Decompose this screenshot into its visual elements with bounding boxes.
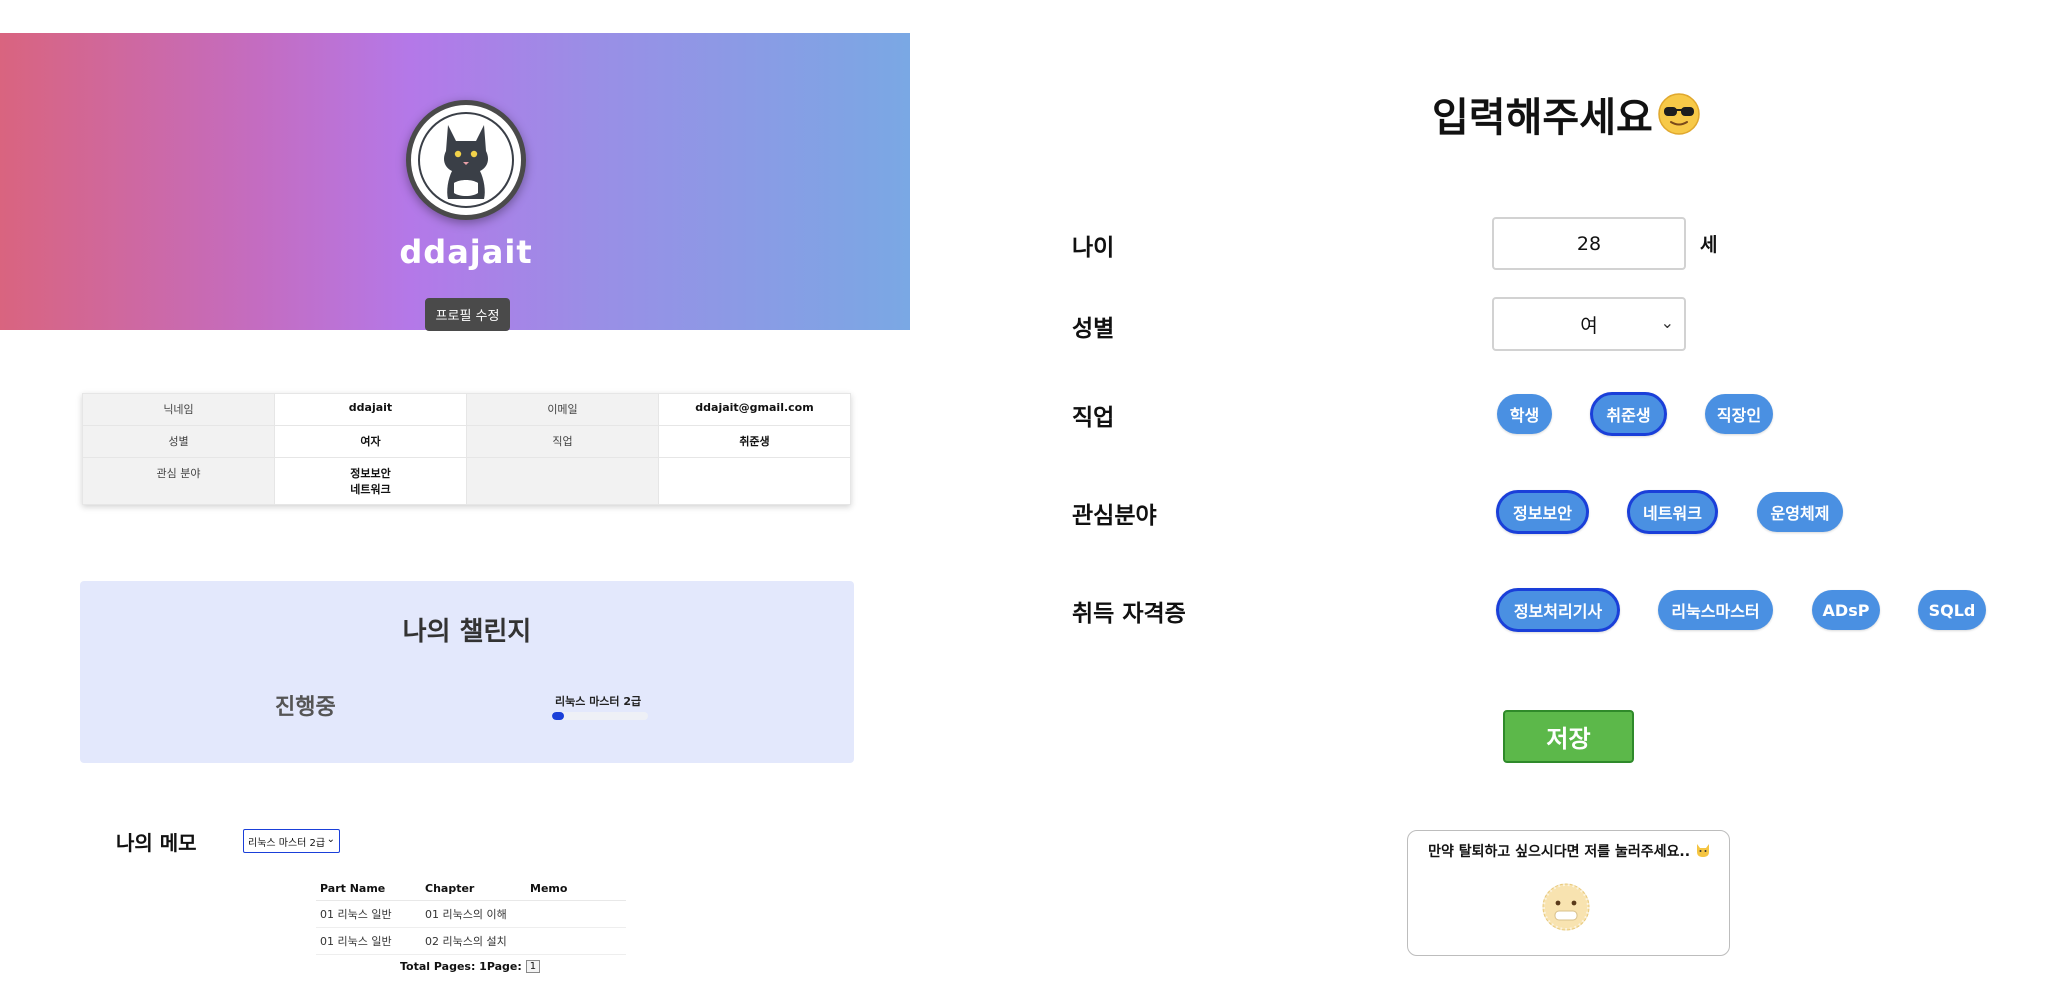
challenge-progress-fill [552, 712, 564, 720]
info-value: ddajait@gmail.com [658, 393, 851, 426]
challenge-panel: 나의 챌린지 진행중 리눅스 마스터 2급 [80, 581, 854, 763]
withdraw-message: 만약 탈퇴하고 싶으시다면 저를 눌러주세요.. [1428, 844, 1691, 860]
cert-chip-linux-master[interactable]: 리눅스마스터 [1658, 590, 1773, 630]
info-key: 성별 [82, 425, 275, 458]
interest-label: 관심분야 [1072, 503, 1157, 529]
profile-info-table: 닉네임 ddajait 이메일 ddajait@gmail.com 성별 여자 … [82, 393, 851, 505]
memo-chapter-cell: 02 리눅스의 설치 [421, 927, 526, 955]
interest-chip-security[interactable]: 정보보안 [1496, 490, 1589, 534]
challenge-title: 나의 챌린지 [402, 617, 532, 647]
cert-chip-sqld[interactable]: SQLd [1918, 590, 1986, 630]
memo-part-cell: 01 리눅스 일반 [316, 927, 421, 955]
gender-select[interactable]: 여 ⌄ [1492, 297, 1686, 351]
challenge-progress-bar [552, 712, 648, 720]
info-value: ddajait [274, 393, 467, 426]
info-value [658, 457, 851, 505]
pagination: Total Pages: 1 Page: 1 [400, 960, 541, 973]
sunglasses-face-icon [1658, 93, 1700, 135]
table-row: 성별 여자 직업 취준생 [82, 425, 851, 458]
withdraw-card[interactable]: 만약 탈퇴하고 싶으시다면 저를 눌러주세요.. [1407, 830, 1730, 956]
save-button[interactable]: 저장 [1503, 710, 1634, 763]
profile-nickname: ddajait [399, 233, 533, 271]
info-key: 이메일 [466, 393, 659, 426]
edit-profile-button[interactable]: 프로필 수정 [425, 298, 510, 331]
memo-text-cell [526, 927, 626, 955]
interest-chip-network[interactable]: 네트워크 [1627, 490, 1718, 534]
job-chip-job-seeker[interactable]: 취준생 [1590, 392, 1667, 436]
page-label: Page: [486, 960, 522, 973]
cert-chip-info-processing[interactable]: 정보처리기사 [1496, 588, 1620, 632]
table-row[interactable]: 01 리눅스 일반 02 리눅스의 설치 [316, 927, 626, 955]
challenge-status: 진행중 [275, 695, 336, 720]
memo-table: Part Name Chapter Memo 01 리눅스 일반 01 리눅스의… [316, 880, 626, 955]
info-key: 닉네임 [82, 393, 275, 426]
age-input[interactable] [1492, 217, 1686, 270]
info-key: 관심 분야 [82, 457, 275, 505]
column-header: Memo [526, 880, 626, 901]
info-value: 취준생 [658, 425, 851, 458]
table-row: 관심 분야 정보보안 네트워크 [82, 457, 851, 505]
form-title: 입력해주세요 [1432, 85, 1701, 143]
cert-chip-adsp[interactable]: ADsP [1812, 590, 1880, 630]
column-header: Part Name [316, 880, 421, 901]
cat-icon [444, 125, 488, 199]
gender-select-value: 여 [1580, 314, 1598, 337]
memo-cert-select[interactable]: 리눅스 마스터 2급 ⌄ [243, 829, 340, 853]
interest-chip-os[interactable]: 운영체제 [1757, 492, 1843, 532]
cat-face-icon [1696, 844, 1709, 857]
memo-part-cell: 01 리눅스 일반 [316, 900, 421, 928]
chevron-down-icon: ⌄ [326, 834, 335, 845]
memo-chapter-cell: 01 리눅스의 이해 [421, 900, 526, 928]
info-key [466, 457, 659, 505]
info-value: 여자 [274, 425, 467, 458]
job-chip-student[interactable]: 학생 [1497, 394, 1552, 434]
memo-text-cell [526, 900, 626, 928]
form-title-text: 입력해주세요 [1432, 95, 1653, 141]
memo-title: 나의 메모 [116, 831, 197, 855]
job-label: 직업 [1072, 405, 1115, 431]
face-with-mouth-icon[interactable] [1540, 881, 1592, 933]
age-unit: 세 [1700, 234, 1718, 256]
table-header-row: Part Name Chapter Memo [316, 880, 626, 901]
table-row[interactable]: 01 리눅스 일반 01 리눅스의 이해 [316, 900, 626, 928]
memo-select-value: 리눅스 마스터 2급 [248, 837, 326, 849]
info-value: 정보보안 네트워크 [274, 457, 467, 505]
total-pages-label: Total Pages: 1 [400, 960, 487, 973]
gender-label: 성별 [1072, 316, 1115, 342]
info-key: 직업 [466, 425, 659, 458]
job-chip-employee[interactable]: 직장인 [1705, 394, 1773, 434]
table-row: 닉네임 ddajait 이메일 ddajait@gmail.com [82, 393, 851, 426]
age-label: 나이 [1072, 235, 1115, 261]
challenge-item-label: 리눅스 마스터 2급 [555, 695, 642, 708]
column-header: Chapter [421, 880, 526, 901]
withdraw-text: 만약 탈퇴하고 싶으시다면 저를 눌러주세요.. [1408, 841, 1731, 861]
page-button[interactable]: 1 [525, 960, 541, 973]
profile-banner: ddajait 프로필 수정 [0, 33, 910, 331]
cert-label: 취득 자격증 [1072, 601, 1186, 627]
chevron-down-icon: ⌄ [1660, 313, 1674, 332]
avatar [406, 100, 526, 220]
